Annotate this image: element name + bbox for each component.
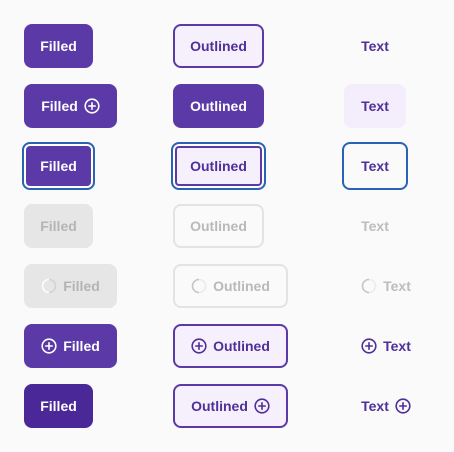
- outlined-button-disabled: Outlined: [173, 204, 264, 248]
- plus-circle-icon: [84, 98, 100, 114]
- text-button-label: Text: [361, 38, 389, 54]
- filled-button-loading: Filled: [24, 264, 117, 308]
- text-button[interactable]: Text: [344, 24, 406, 68]
- filled-button-pressed[interactable]: Filled: [24, 384, 93, 428]
- filled-button-label: Filled: [40, 38, 77, 54]
- text-button-leading-icon[interactable]: Text: [350, 324, 422, 368]
- text-button-focused[interactable]: Text: [342, 142, 408, 190]
- filled-button-label: Filled: [40, 158, 77, 174]
- filled-button-label: Filled: [63, 338, 100, 354]
- text-button-label: Text: [383, 338, 411, 354]
- outlined-button-hover[interactable]: Outlined: [173, 84, 264, 128]
- filled-button-trailing-icon[interactable]: Filled: [24, 84, 117, 128]
- text-button-hover[interactable]: Text: [344, 84, 406, 128]
- outlined-button-label: Outlined: [213, 278, 270, 294]
- loading-spinner-icon: [361, 278, 377, 294]
- button-states-board: Filled Outlined Text Filled Outlined Tex…: [0, 0, 454, 452]
- outlined-button-trailing-icon[interactable]: Outlined: [173, 384, 288, 428]
- outlined-button-loading: Outlined: [173, 264, 288, 308]
- outlined-button-label: Outlined: [191, 398, 248, 414]
- text-button-label: Text: [361, 158, 389, 174]
- text-button-label: Text: [383, 278, 411, 294]
- text-button-loading: Text: [350, 264, 422, 308]
- filled-button-disabled: Filled: [24, 204, 93, 248]
- filled-button[interactable]: Filled: [24, 24, 93, 68]
- outlined-button-label: Outlined: [190, 158, 247, 174]
- outlined-button-leading-icon[interactable]: Outlined: [173, 324, 288, 368]
- outlined-button-focused[interactable]: Outlined: [171, 142, 266, 190]
- loading-spinner-icon: [41, 278, 57, 294]
- text-button-disabled: Text: [344, 204, 406, 248]
- plus-circle-icon: [395, 398, 411, 414]
- text-button-label: Text: [361, 98, 389, 114]
- outlined-button-label: Outlined: [190, 98, 247, 114]
- text-button-label: Text: [361, 398, 389, 414]
- text-button-trailing-icon[interactable]: Text: [350, 384, 422, 428]
- filled-button-label: Filled: [40, 218, 77, 234]
- outlined-button[interactable]: Outlined: [173, 24, 264, 68]
- plus-circle-icon: [41, 338, 57, 354]
- text-button-label: Text: [361, 218, 389, 234]
- filled-button-focused[interactable]: Filled: [22, 142, 95, 190]
- plus-circle-icon: [254, 398, 270, 414]
- outlined-button-label: Outlined: [213, 338, 270, 354]
- loading-spinner-icon: [191, 278, 207, 294]
- filled-button-label: Filled: [40, 398, 77, 414]
- plus-circle-icon: [191, 338, 207, 354]
- outlined-button-label: Outlined: [190, 38, 247, 54]
- plus-circle-icon: [361, 338, 377, 354]
- filled-button-leading-icon[interactable]: Filled: [24, 324, 117, 368]
- outlined-button-label: Outlined: [190, 218, 247, 234]
- filled-button-label: Filled: [41, 98, 78, 114]
- filled-button-label: Filled: [63, 278, 100, 294]
